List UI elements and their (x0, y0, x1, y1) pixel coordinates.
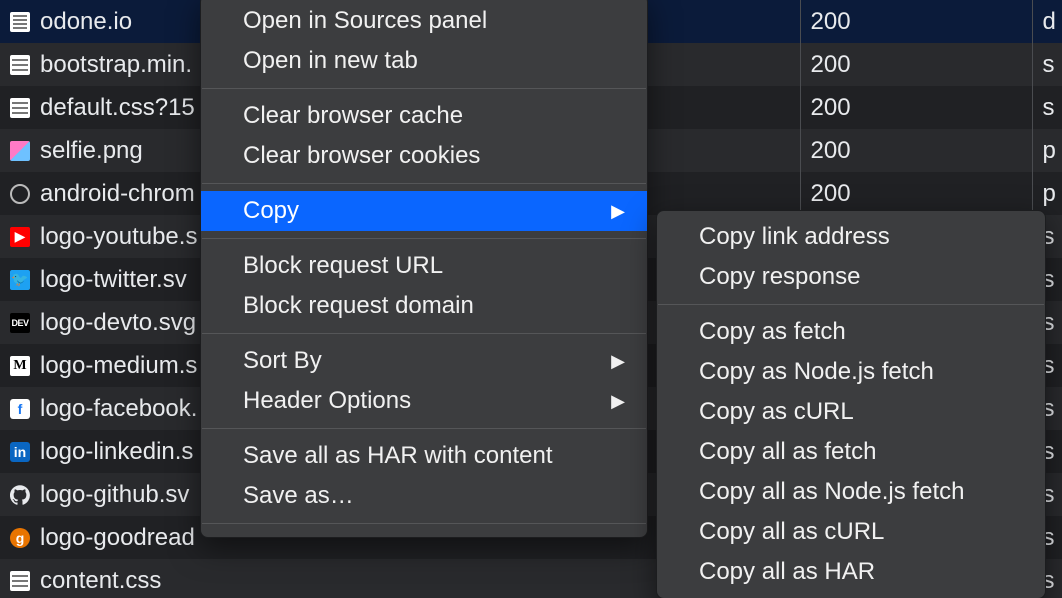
stylesheet-icon (10, 571, 30, 591)
medium-icon: M (10, 356, 30, 376)
menu-separator (658, 304, 1044, 305)
menu-open-new-tab[interactable]: Open in new tab (201, 41, 647, 81)
menu-separator (202, 88, 646, 89)
request-name: logo-youtube.s (40, 223, 197, 251)
menu-save-har[interactable]: Save all as HAR with content (201, 436, 647, 476)
request-name: logo-goodread (40, 524, 195, 552)
devto-icon: DEV (10, 313, 30, 333)
menu-header-options[interactable]: Header Options ▶ (201, 381, 647, 421)
menu-save-as[interactable]: Save as… (201, 476, 647, 516)
stylesheet-icon (10, 55, 30, 75)
type-cell: p (1032, 172, 1062, 215)
request-name: logo-linkedin.s (40, 438, 193, 466)
menu-sort-by[interactable]: Sort By ▶ (201, 341, 647, 381)
request-name: logo-devto.svg (40, 309, 196, 337)
type-cell: s (1032, 86, 1062, 129)
type-cell: s (1032, 43, 1062, 86)
chevron-right-icon: ▶ (611, 201, 625, 222)
status-cell: 200 (800, 172, 1032, 215)
submenu-copy-all-node[interactable]: Copy all as Node.js fetch (657, 472, 1045, 512)
menu-separator (202, 523, 646, 524)
menu-separator (202, 183, 646, 184)
submenu-copy-fetch[interactable]: Copy as fetch (657, 312, 1045, 352)
menu-separator (202, 333, 646, 334)
submenu-copy-curl[interactable]: Copy as cURL (657, 392, 1045, 432)
menu-block-domain[interactable]: Block request domain (201, 286, 647, 326)
request-name: selfie.png (40, 137, 143, 165)
submenu-copy-all-curl[interactable]: Copy all as cURL (657, 512, 1045, 552)
chevron-right-icon: ▶ (611, 351, 625, 372)
image-icon (10, 141, 30, 161)
context-menu: Open in Sources panel Open in new tab Cl… (200, 0, 648, 538)
twitter-icon: 🐦 (10, 270, 30, 290)
submenu-copy-all-har[interactable]: Copy all as HAR (657, 552, 1045, 592)
request-name: logo-facebook. (40, 395, 197, 423)
menu-clear-cache[interactable]: Clear browser cache (201, 96, 647, 136)
request-name: default.css?15 (40, 94, 195, 122)
menu-block-url[interactable]: Block request URL (201, 246, 647, 286)
status-cell: 200 (800, 129, 1032, 172)
type-cell: d (1032, 0, 1062, 43)
status-cell: 200 (800, 0, 1032, 43)
request-name: logo-github.sv (40, 481, 189, 509)
status-cell: 200 (800, 86, 1032, 129)
menu-clear-cookies[interactable]: Clear browser cookies (201, 136, 647, 176)
submenu-copy-all-fetch[interactable]: Copy all as fetch (657, 432, 1045, 472)
request-name: bootstrap.min. (40, 51, 192, 79)
favicon-icon (10, 184, 30, 204)
goodreads-icon: g (10, 528, 30, 548)
request-name: android-chrom (40, 180, 195, 208)
github-icon (10, 485, 30, 505)
request-name: content.css (40, 567, 161, 595)
menu-open-sources[interactable]: Open in Sources panel (201, 1, 647, 41)
youtube-icon: ▶ (10, 227, 30, 247)
request-name: logo-medium.s (40, 352, 197, 380)
chevron-right-icon: ▶ (611, 391, 625, 412)
menu-separator (202, 238, 646, 239)
request-name: logo-twitter.sv (40, 266, 187, 294)
submenu-copy-response[interactable]: Copy response (657, 257, 1045, 297)
menu-separator (202, 428, 646, 429)
submenu-copy-node-fetch[interactable]: Copy as Node.js fetch (657, 352, 1045, 392)
copy-submenu: Copy link address Copy response Copy as … (656, 210, 1046, 598)
submenu-copy-link[interactable]: Copy link address (657, 217, 1045, 257)
status-cell: 200 (800, 43, 1032, 86)
stylesheet-icon (10, 98, 30, 118)
request-name: odone.io (40, 8, 132, 36)
linkedin-icon: in (10, 442, 30, 462)
menu-copy[interactable]: Copy ▶ (201, 191, 647, 231)
facebook-icon: f (10, 399, 30, 419)
type-cell: p (1032, 129, 1062, 172)
document-icon (10, 12, 30, 32)
